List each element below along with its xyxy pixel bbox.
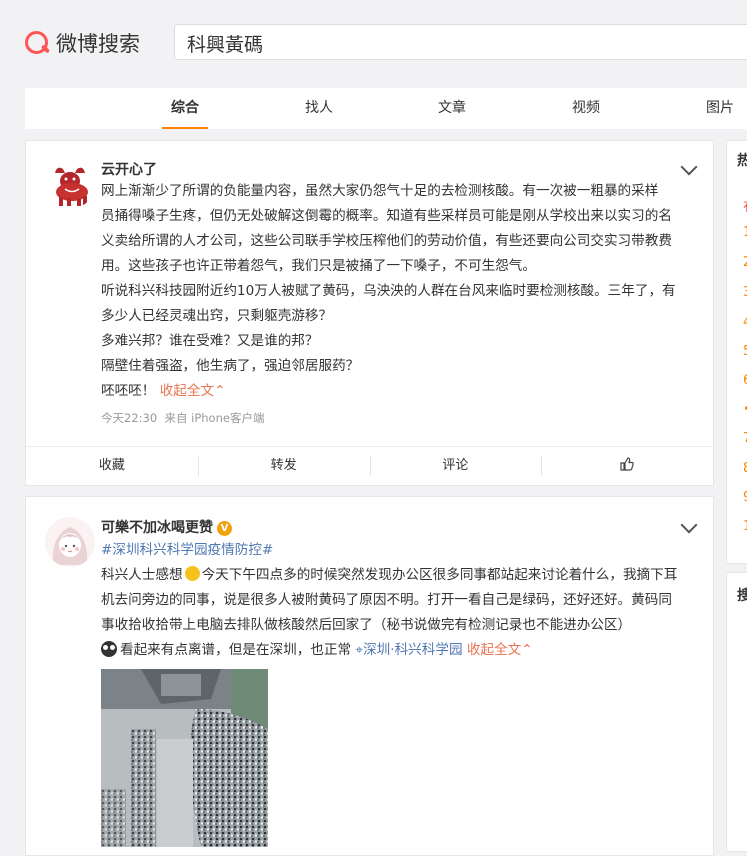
tab-videos[interactable]: 视频	[572, 88, 600, 129]
chevron-up-icon[interactable]: ⌃	[214, 383, 225, 399]
collapse-link[interactable]: 收起全文	[160, 383, 214, 399]
laugh-emoji-icon	[184, 566, 200, 581]
rank-number: 8	[743, 461, 747, 476]
hot-search-title: 热	[737, 153, 747, 169]
rank-number: 有	[743, 196, 747, 215]
post-line: 义卖给所谓的人才公司，这些公司联手学校压榨他们的劳动价值，有些还要向公司交实习带…	[101, 233, 672, 249]
header: 微博搜索	[0, 0, 747, 80]
username-text[interactable]: 可樂不加冰喝更赞	[101, 520, 213, 536]
location-pin-icon: ⌖	[355, 642, 364, 658]
rank-number: 4	[743, 315, 747, 330]
eyes-emoji-icon	[101, 641, 117, 657]
thumbs-up-icon	[620, 457, 634, 471]
ox-avatar-icon	[45, 159, 95, 209]
search-box[interactable]	[174, 24, 747, 60]
post-line: 网上渐渐少了所谓的负能量内容，虽然大家仍怨气十足的去检测核酸。有一次被一粗暴的采…	[101, 183, 659, 199]
girl-avatar-icon	[45, 517, 95, 567]
post-line: 员捅得嗓子生疼，但仍无处破解这倒霉的概率。知道有些采样员可能是刚从学校出来以实习…	[101, 208, 672, 224]
username: 可樂不加冰喝更赞 V	[101, 517, 232, 537]
post-line: 呸呸呸！ 收起全文⌃	[101, 379, 699, 404]
rank-number: 1	[743, 225, 747, 240]
post-actions: 收藏 转发 评论	[26, 446, 713, 487]
chevron-down-icon[interactable]	[680, 516, 698, 534]
tab-comprehensive[interactable]: 综合	[162, 88, 208, 129]
rank-number: 5	[743, 344, 747, 359]
post-line: 听说科兴科技园附近约10万人被赋了黄码，乌泱泱的人群在台风来临时要检测核酸。三年…	[101, 283, 676, 299]
like-button[interactable]	[541, 447, 713, 487]
post-line: 多难兴邦？谁在受难？又是谁的邦？	[101, 333, 319, 349]
post-line: 机去问旁边的同事，说是很多人被附黄码了原因不明。打开一看自己是绿码，还好还好。黄…	[101, 592, 672, 608]
post-line: 事收拾收拾带上电脑去排队做核酸然后回家了（秘书说做完有检测记录也不能进办公区）	[101, 617, 632, 633]
rank-number: 7	[743, 431, 747, 446]
location-link[interactable]: 深圳·科兴科学园	[363, 642, 462, 658]
post-last-line: 呸呸呸！	[101, 383, 156, 399]
chevron-up-icon[interactable]: ⌃	[521, 642, 532, 658]
comment-button[interactable]: 评论	[369, 447, 542, 487]
post-source: 来自 iPhone客户端	[164, 411, 265, 425]
favorite-button[interactable]: 收藏	[26, 447, 198, 487]
post-text: 网上渐渐少了所谓的负能量内容，虽然大家仍怨气十足的去检测核酸。有一次被一粗暴的采…	[101, 179, 699, 404]
rank-number: 9	[743, 490, 747, 505]
verified-badge-icon: V	[217, 521, 232, 536]
post-card: 云开心了 网上渐渐少了所谓的负能量内容，虽然大家仍怨气十足的去检测核酸。有一次被…	[25, 140, 714, 486]
post-card: 可樂不加冰喝更赞 V #深圳科兴科学园疫情防控# 科兴人士感想 今天下午四点多的时候…	[25, 496, 714, 856]
tab-users[interactable]: 找人	[305, 88, 333, 129]
chevron-down-icon[interactable]	[680, 158, 698, 176]
post-text: #深圳科兴科学园疫情防控# 科兴人士感想 今天下午四点多的时候突然发现办公区很多同…	[101, 538, 699, 663]
collapse-link[interactable]: 收起全文	[467, 642, 521, 658]
search-logo-icon	[24, 30, 51, 56]
post-line: 今天下午四点多的时候突然发现办公区很多同事都站起来讨论着什么，我摘下耳	[201, 567, 678, 583]
search-panel-title: 搜	[737, 588, 747, 604]
tab-images[interactable]: 图片	[706, 88, 734, 129]
repost-button[interactable]: 转发	[197, 447, 370, 487]
crowd-queue-photo	[101, 669, 268, 847]
post-time[interactable]: 今天22:30	[101, 411, 157, 425]
topic-link[interactable]: #深圳科兴科学园疫情防控#	[101, 542, 273, 558]
rank-number: 1	[743, 519, 747, 534]
search-panel: 搜	[726, 572, 747, 852]
avatar[interactable]	[45, 159, 95, 209]
post-line: 用。这些孩子也许正带着怨气，我们只是被捅了一下嗓子，不可生怨气。	[101, 258, 536, 274]
avatar[interactable]	[45, 517, 95, 567]
weibo-search-logo[interactable]: 微博搜索	[24, 28, 140, 58]
rank-number: •	[743, 402, 747, 417]
tab-articles[interactable]: 文章	[438, 88, 466, 129]
post-line: 看起来有点离谱，但是在深圳，也正常	[120, 642, 352, 658]
rank-number: 6	[743, 373, 747, 388]
post-meta: 今天22:30 来自 iPhone客户端	[101, 410, 264, 426]
logo-text: 微博搜索	[56, 32, 140, 56]
post-line: 隔壁住着强盗，他生病了，强迫邻居服药？	[101, 358, 360, 374]
username[interactable]: 云开心了	[101, 159, 157, 179]
rank-number: 3	[743, 285, 747, 300]
post-photo[interactable]	[101, 669, 268, 847]
hot-search-panel: 热 有 1 2 3 4 5 6 • 7 8 9 1	[726, 140, 747, 564]
rank-number: 2	[743, 255, 747, 270]
search-tabs: 综合 找人 文章 视频 图片	[25, 88, 747, 129]
search-input[interactable]	[185, 29, 747, 57]
post-line: 多少人已经灵魂出窍，只剩躯壳游移？	[101, 308, 333, 324]
post-line: 科兴人士感想	[101, 567, 183, 583]
